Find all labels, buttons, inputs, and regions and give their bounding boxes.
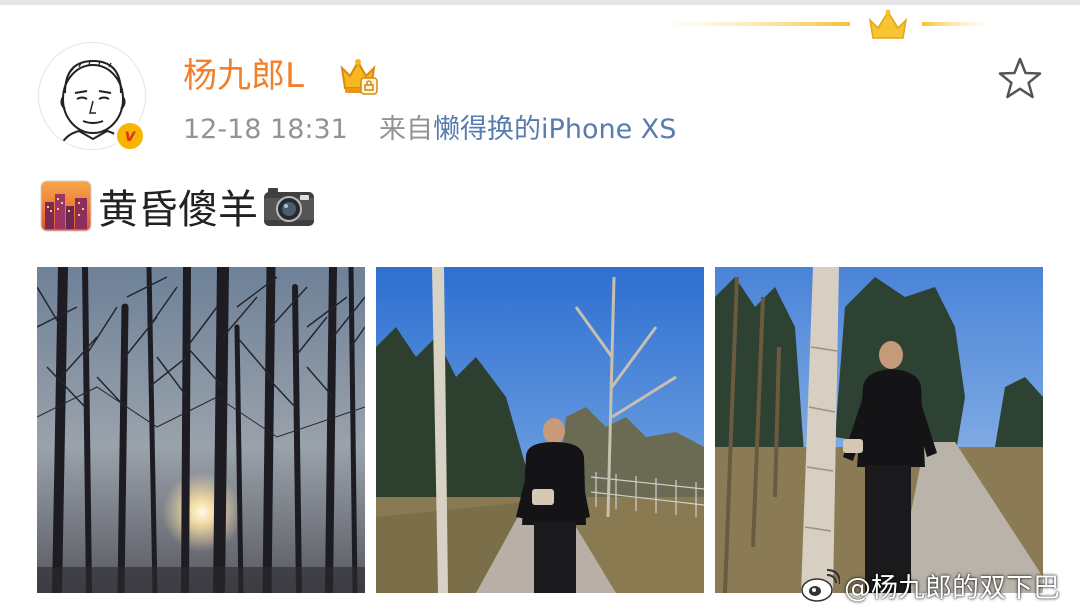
- top-divider: [0, 0, 1080, 5]
- watermark: @杨九郎的双下巴: [800, 566, 1060, 605]
- source-prefix: 来自: [379, 114, 434, 145]
- weibo-logo-icon: [801, 568, 840, 602]
- crown-decoration-icon: [660, 9, 990, 39]
- city-sunset-emoji: [40, 180, 92, 232]
- star-icon[interactable]: [994, 54, 1046, 106]
- park-path-photo-2[interactable]: [715, 267, 1043, 593]
- post-meta: 12-18 18:31 来自懒得换的iPhone XS: [183, 110, 676, 150]
- watermark-text: @杨九郎的双下巴: [844, 573, 1060, 604]
- v-badge-icon: v: [114, 120, 146, 152]
- post-timestamp: 12-18 18:31: [183, 114, 348, 145]
- avatar-container[interactable]: v: [38, 42, 146, 152]
- post-text: 黄昏傻羊: [98, 187, 258, 233]
- crown-badge-icon[interactable]: [336, 54, 380, 98]
- username[interactable]: 杨九郎L: [183, 52, 304, 100]
- trees-sunset-photo[interactable]: [37, 267, 365, 593]
- source-device-link[interactable]: 懒得换的iPhone XS: [433, 114, 676, 145]
- post-content: 黄昏傻羊: [40, 178, 316, 234]
- park-path-photo-1[interactable]: [376, 267, 704, 593]
- camera-emoji: [264, 188, 314, 226]
